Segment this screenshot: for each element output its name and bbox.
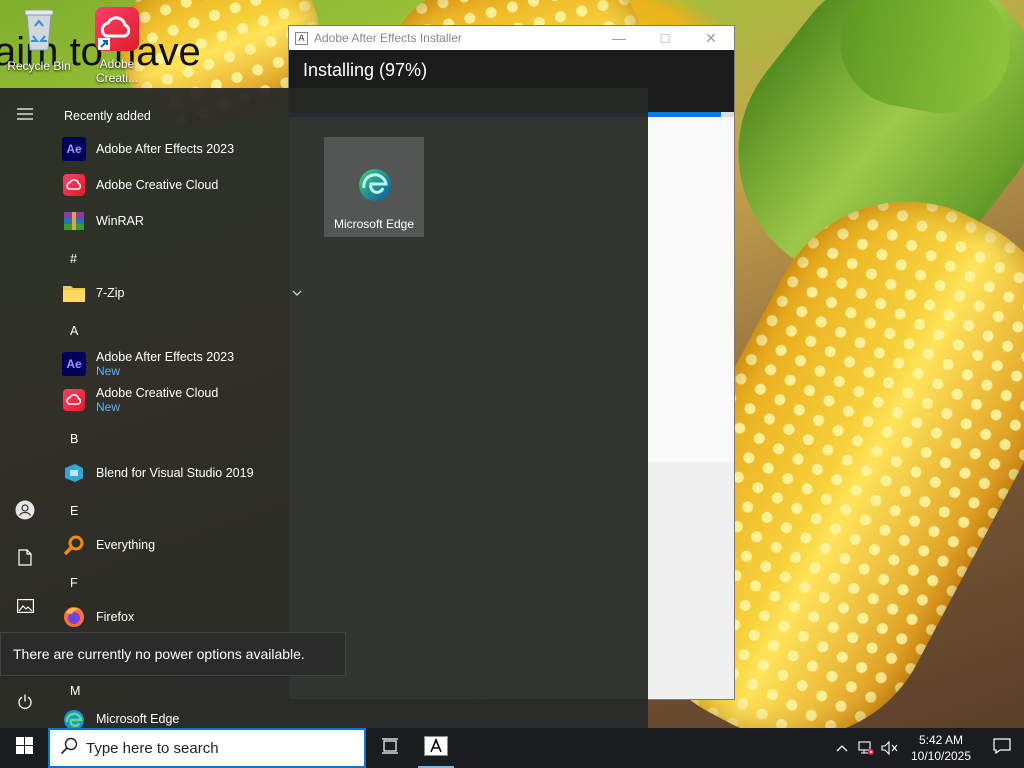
app-label: Adobe Creative Cloud: [96, 386, 219, 400]
section-header-f[interactable]: F: [70, 576, 78, 590]
app-label: Blend for Visual Studio 2019: [96, 466, 254, 480]
installer-title: Adobe After Effects Installer: [314, 31, 462, 45]
search-placeholder: Type here to search: [86, 739, 219, 757]
document-icon: [18, 549, 32, 571]
installer-status: Installing (97%): [303, 60, 428, 80]
app-item-edge[interactable]: Microsoft Edge: [62, 708, 302, 728]
app-item-creative-cloud-recent[interactable]: Adobe Creative Cloud: [62, 168, 302, 202]
recycle-bin-icon: [4, 4, 74, 57]
desktop-icon-label: Adobe Creati...: [95, 57, 138, 85]
documents-button[interactable]: [0, 540, 50, 580]
start-button[interactable]: [0, 728, 48, 768]
adobe-icon: [424, 735, 448, 761]
tile-microsoft-edge[interactable]: Microsoft Edge: [324, 137, 424, 237]
clock-time: 5:42 AM: [918, 733, 964, 747]
minimize-button[interactable]: —: [596, 30, 642, 46]
notification-icon: [993, 737, 1011, 759]
after-effects-icon: Ae: [62, 352, 86, 376]
app-item-everything[interactable]: Everything: [62, 528, 302, 562]
adobe-icon: A: [295, 31, 308, 45]
app-item-creative-cloud[interactable]: Adobe Creative Cloud New: [62, 383, 302, 417]
creative-cloud-icon: [62, 173, 86, 197]
app-item-firefox[interactable]: Firefox: [62, 600, 302, 634]
desktop-icon-recycle-bin[interactable]: Recycle Bin: [4, 4, 74, 73]
volume-muted-icon[interactable]: [878, 740, 902, 756]
action-center-button[interactable]: [980, 737, 1024, 759]
app-label: Microsoft Edge: [96, 712, 180, 726]
new-badge: New: [96, 400, 121, 414]
power-icon: [17, 694, 33, 715]
app-item-7zip[interactable]: 7-Zip: [62, 276, 302, 310]
app-label: WinRAR: [96, 214, 144, 228]
search-box[interactable]: Type here to search: [48, 728, 366, 768]
section-header-b[interactable]: B: [70, 432, 78, 446]
winrar-icon: [62, 209, 86, 233]
tile-label: Microsoft Edge: [333, 217, 415, 231]
recently-added-header: Recently added: [64, 109, 151, 123]
clock-date: 10/10/2025: [910, 749, 972, 763]
app-item-after-effects-recent[interactable]: Ae Adobe After Effects 2023: [62, 132, 302, 166]
app-label: Adobe After Effects 2023: [96, 142, 235, 156]
edge-icon: [358, 168, 392, 205]
section-header-hash[interactable]: #: [70, 252, 77, 266]
account-button[interactable]: [0, 492, 50, 532]
user-icon: [15, 500, 35, 525]
system-tray: 5:42 AM 10/10/2025: [830, 728, 1024, 768]
windows-logo-icon: [15, 737, 33, 759]
taskbar-adobe-installer[interactable]: [414, 728, 458, 768]
tiles-area: Microsoft Edge: [296, 88, 648, 728]
search-icon: [60, 737, 78, 759]
app-item-after-effects[interactable]: Ae Adobe After Effects 2023 New: [62, 347, 302, 381]
desktop-icon-label: Recycle Bin: [7, 59, 71, 73]
magnifier-icon: [62, 533, 86, 557]
app-label: Adobe After Effects 2023: [96, 350, 235, 364]
section-header-e[interactable]: E: [70, 504, 78, 518]
maximize-button[interactable]: □: [642, 30, 688, 46]
network-icon[interactable]: [854, 740, 878, 756]
taskbar: Type here to search 5:42 AM 10/10/2025: [0, 728, 1024, 768]
creative-cloud-icon: [62, 388, 86, 412]
new-badge: New: [96, 364, 121, 378]
section-header-a[interactable]: A: [70, 324, 78, 338]
picture-icon: [16, 598, 34, 618]
section-header-m[interactable]: M: [70, 684, 80, 698]
desktop-icon-adobe-creative-cloud[interactable]: Adobe Creati...: [82, 6, 152, 85]
expand-menu-button[interactable]: [0, 96, 50, 136]
app-label: Firefox: [96, 610, 135, 624]
app-label: Adobe Creative Cloud: [96, 178, 219, 192]
task-view-icon: [381, 737, 399, 759]
blend-icon: [62, 461, 86, 485]
app-item-blend[interactable]: Blend for Visual Studio 2019: [62, 456, 302, 490]
task-view-button[interactable]: [366, 728, 414, 768]
close-button[interactable]: ✕: [688, 30, 734, 47]
edge-icon: [62, 708, 86, 728]
creative-cloud-icon: [82, 6, 152, 55]
app-label: Everything: [96, 538, 156, 552]
power-button[interactable]: [0, 684, 50, 724]
app-item-winrar[interactable]: WinRAR: [62, 204, 302, 238]
installer-titlebar[interactable]: A Adobe After Effects Installer — □ ✕: [289, 26, 734, 50]
firefox-icon: [62, 605, 86, 629]
hamburger-icon: [17, 107, 33, 125]
chevron-up-icon[interactable]: [830, 744, 854, 752]
after-effects-icon: Ae: [62, 137, 86, 161]
app-label: 7-Zip: [96, 286, 125, 300]
folder-icon: [62, 281, 86, 305]
clock[interactable]: 5:42 AM 10/10/2025: [906, 732, 976, 764]
pictures-button[interactable]: [0, 588, 50, 628]
power-options-tooltip: There are currently no power options ava…: [0, 632, 346, 676]
